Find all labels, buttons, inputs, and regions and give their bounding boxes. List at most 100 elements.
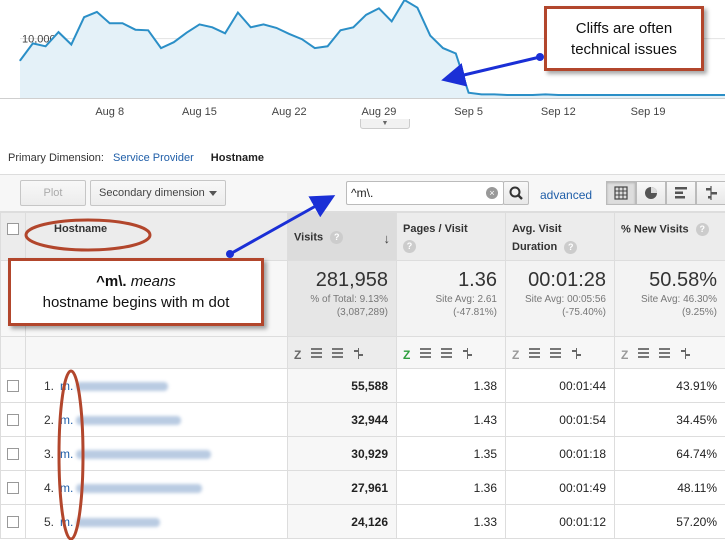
percent-display-icon[interactable] xyxy=(659,347,671,359)
comparison-display-icon[interactable] xyxy=(571,347,582,359)
data-point xyxy=(134,29,136,31)
table-view-button[interactable] xyxy=(606,181,636,205)
bar-display-icon[interactable] xyxy=(420,347,432,359)
regex-callout: ^m\. means hostname begins with m dot xyxy=(8,258,264,326)
sparkline-z-icon[interactable]: Z xyxy=(512,348,519,362)
data-point xyxy=(570,94,572,96)
hostname-cell: 4. m. xyxy=(25,470,288,505)
totals-pages-cell: 1.36 Site Avg: 2.61 (-47.81%) xyxy=(396,260,506,337)
column-display-options-row: Z Z Z Z xyxy=(0,336,725,369)
bar-display-icon[interactable] xyxy=(529,347,541,359)
col-new-visits-header[interactable]: % New Visits ? xyxy=(614,212,725,261)
avg-duration-cell: 00:01:44 xyxy=(505,368,615,403)
avg-duration-cell: 00:01:18 xyxy=(505,436,615,471)
new-visits-display-options: Z xyxy=(614,336,725,369)
data-point xyxy=(544,93,547,96)
percent-display-icon[interactable] xyxy=(441,347,453,359)
data-point xyxy=(250,26,252,28)
hostname-link[interactable]: m. xyxy=(60,447,73,461)
percent-display-icon[interactable] xyxy=(550,347,562,359)
table-row: 1. m. 55,588 1.38 00:01:44 43.91% xyxy=(0,368,725,403)
hostname-link[interactable]: m. xyxy=(60,515,73,529)
col-visits-header[interactable]: Visits ? ↓ xyxy=(287,212,397,261)
icons-blank-cell xyxy=(0,336,26,369)
totals-pages-sub1: Site Avg: 2.61 xyxy=(435,294,497,305)
comparison-display-icon[interactable] xyxy=(353,347,364,359)
table-view-icon xyxy=(614,186,628,200)
data-point xyxy=(416,7,418,9)
pages-visit-cell: 1.35 xyxy=(396,436,506,471)
data-point xyxy=(493,93,495,96)
data-point xyxy=(83,16,85,18)
comparison-display-icon[interactable] xyxy=(462,347,473,359)
primary-dimension-service-provider-link[interactable]: Service Provider xyxy=(113,152,194,164)
data-point xyxy=(262,23,265,25)
totals-duration-value: 00:01:28 xyxy=(528,269,606,291)
row-checkbox[interactable] xyxy=(7,516,19,529)
help-icon[interactable]: ? xyxy=(695,223,709,236)
pages-visit-cell: 1.38 xyxy=(396,368,506,403)
table-row: 2. m. 32,944 1.43 00:01:54 34.45% xyxy=(0,402,725,437)
data-point xyxy=(365,14,367,16)
clear-icon[interactable]: × xyxy=(486,187,498,199)
cliffs-callout-line2: technical issues xyxy=(571,41,677,58)
data-point xyxy=(314,47,316,49)
sparkline-z-icon[interactable]: Z xyxy=(621,348,628,362)
comparison-display-icon[interactable] xyxy=(680,347,691,359)
performance-view-button[interactable] xyxy=(666,181,696,205)
regex-pattern-text: ^m\. xyxy=(96,273,127,290)
percent-display-icon[interactable] xyxy=(332,347,344,359)
chart-collapse-toggle[interactable]: ▼ xyxy=(360,119,410,129)
sparkline-z-icon[interactable]: Z xyxy=(403,348,410,362)
data-point xyxy=(609,94,611,96)
data-point xyxy=(352,26,354,28)
sparkline-z-icon[interactable]: Z xyxy=(294,348,301,362)
totals-visits-sub1: % of Total: 9.13% xyxy=(310,294,388,305)
col-avg-duration-header[interactable]: Avg. Visit Duration ? xyxy=(505,212,615,261)
row-checkbox[interactable] xyxy=(7,448,19,461)
duration-display-options: Z xyxy=(505,336,615,369)
help-icon[interactable]: ? xyxy=(330,231,344,244)
pie-view-button[interactable] xyxy=(636,181,666,205)
row-checkbox-cell xyxy=(0,402,26,437)
row-checkbox[interactable] xyxy=(7,414,19,427)
data-point xyxy=(455,52,457,55)
visits-cell: 55,588 xyxy=(287,368,397,403)
col-hostname-header[interactable]: Hostname xyxy=(25,212,288,261)
select-all-cell xyxy=(0,212,26,261)
data-point xyxy=(391,20,393,22)
row-checkbox[interactable] xyxy=(7,380,19,393)
bar-display-icon[interactable] xyxy=(311,347,323,359)
row-checkbox[interactable] xyxy=(7,482,19,495)
totals-new-visits-sub2: (9.25%) xyxy=(681,307,717,318)
new-visits-cell: 64.74% xyxy=(614,436,725,471)
new-visits-cell: 43.91% xyxy=(614,368,725,403)
redacted-hostname xyxy=(76,483,203,493)
data-point xyxy=(711,94,713,96)
help-icon[interactable]: ? xyxy=(403,240,416,253)
hostname-link[interactable]: m. xyxy=(60,413,73,427)
data-point xyxy=(327,45,329,47)
advanced-filter-link[interactable]: advanced xyxy=(540,188,592,202)
secondary-dimension-dropdown[interactable]: Secondary dimension xyxy=(90,180,226,206)
search-button[interactable] xyxy=(503,181,529,205)
plot-rows-button[interactable]: Plot Rows xyxy=(20,180,86,223)
data-point xyxy=(647,94,649,96)
data-point xyxy=(186,32,188,34)
comparison-view-button[interactable] xyxy=(696,181,725,205)
col-pages-visit-header[interactable]: Pages / Visit ? xyxy=(396,212,506,261)
hostname-cell: 2. m. xyxy=(25,402,288,437)
data-point xyxy=(429,35,431,37)
hostname-link[interactable]: m. xyxy=(60,481,73,495)
data-point xyxy=(160,47,162,49)
data-point xyxy=(583,94,585,96)
pages-visit-cell: 1.43 xyxy=(396,402,506,437)
bar-display-icon[interactable] xyxy=(638,347,650,359)
help-icon[interactable]: ? xyxy=(564,240,578,254)
hostname-link[interactable]: m. xyxy=(60,379,73,393)
select-all-checkbox[interactable] xyxy=(7,223,19,236)
col-new-visits-label: % New Visits xyxy=(621,223,689,236)
data-point xyxy=(70,43,72,46)
col-avg-duration-label-2: Duration xyxy=(512,241,558,253)
table-filter-input[interactable] xyxy=(351,185,479,201)
